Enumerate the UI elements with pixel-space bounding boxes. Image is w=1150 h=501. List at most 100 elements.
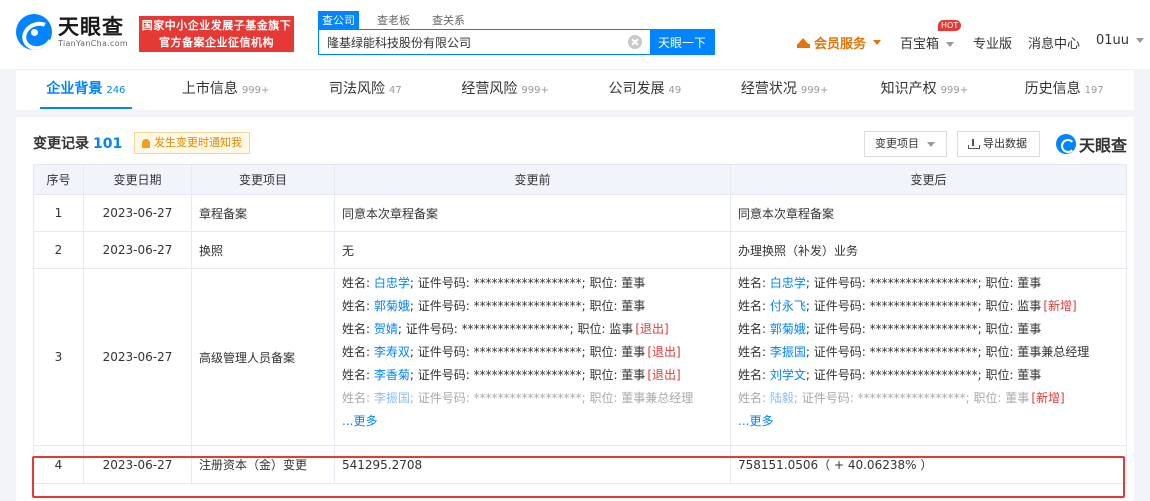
personnel-entry: 姓名: 郭菊娥; 证件号码: ******************; 职位: 董… [738,318,1119,341]
tab-listing-info[interactable]: 上市信息 999+ [156,70,296,110]
row-number: 3 [33,268,84,446]
name-prefix: 姓名: [342,299,374,313]
logo-text-cn: 天眼查 [58,15,124,39]
section-title: 变更记录 101 [33,136,123,152]
notify-button[interactable]: 发生变更时通知我 [134,132,250,154]
column-header: 序号 [33,164,84,195]
personnel-entry: 姓名: 陆毅; 证件号码: ******************; 职位: 董事… [738,387,1119,410]
export-data-button[interactable]: 导出数据 [957,131,1040,157]
row-number: 4 [33,445,84,484]
search-tab-boss[interactable]: 查老板 [373,11,414,29]
name-prefix: 姓名: [342,322,374,336]
search-button[interactable]: 天眼一下 [650,30,714,54]
vip-service-menu[interactable]: 会员服务 [797,33,882,52]
person-details: ; 证件号码: ******************; 职位: 董事兼总经理 [805,345,1090,359]
name-prefix: 姓名: [342,276,374,290]
row-number: 2 [33,231,84,269]
person-details: ; 证件号码: ******************; 职位: 董事 [409,299,646,313]
pro-version-link[interactable]: 专业版 [973,33,1012,52]
person-name-link[interactable]: 白忠学 [770,276,806,290]
message-center-link[interactable]: 消息中心 [1028,33,1080,52]
name-prefix: 姓名: [342,391,374,405]
tab-count: 999+ [521,85,549,96]
tab-count: 49 [668,85,682,96]
name-prefix: 姓名: [738,276,770,290]
table-row: 1 2023-06-27 章程备案 同意本次章程备案 同意本次章程备案 [33,194,1127,232]
person-name-link[interactable]: 郭菊娥 [374,299,410,313]
column-header: 变更项目 [191,164,335,195]
search-tab-company[interactable]: 查公司 [318,11,359,29]
show-more-link[interactable]: ...更多 [738,414,773,428]
top-header: 天眼查 TianYanCha.com 国家中小企业发展子基金旗下 官方备案企业征… [0,0,1150,69]
banner-line-2: 官方备案企业征信机构 [159,36,274,49]
person-name-link[interactable]: 李振国 [770,345,806,359]
tab-count: 999+ [800,85,829,96]
search-tab-relation[interactable]: 查关系 [428,11,469,29]
person-details: ; 证件号码: ******************; 职位: 董事 [409,345,646,359]
certification-banner: 国家中小企业发展子基金旗下 官方备案企业征信机构 [139,16,294,52]
logo-text-en: TianYanCha.com [58,39,128,48]
treasure-box-menu[interactable]: 百宝箱 [900,33,955,52]
personnel-entry: 姓名: 刘学文; 证件号码: ******************; 职位: 董… [738,364,1119,387]
row-number: 1 [33,194,84,232]
site-logo[interactable]: 天眼查 TianYanCha.com [16,14,128,50]
person-name-link[interactable]: 贺婧 [374,322,398,336]
tab-history-info[interactable]: 历史信息 197 [994,70,1134,110]
change-item: 注册资本（金）变更 [191,445,335,484]
column-header: 变更后 [730,164,1127,195]
personnel-entry: 姓名: 贺婧; 证件号码: ******************; 职位: 监事… [342,318,723,341]
search-type-tabs: 查公司 查老板 查关系 [318,11,469,29]
chevron-down-icon [927,141,935,147]
status-tag: [新增] [1043,299,1077,313]
tab-count: 999+ [241,85,270,96]
personnel-entry: 姓名: 郭菊娥; 证件号码: ******************; 职位: 董… [342,295,723,318]
person-name-link[interactable]: 李寿双 [374,345,410,359]
person-name-link[interactable]: 郭菊娥 [770,322,806,336]
name-prefix: 姓名: [342,345,374,359]
personnel-entry: 姓名: 李振国; 证件号码: ******************; 职位: 董… [738,341,1119,364]
change-date: 2023-06-27 [83,194,192,232]
personnel-list-before: 姓名: 白忠学 ; 证件号码: ******************; 职位: 董… [342,269,723,445]
tianyancha-logo-icon [16,14,52,50]
column-header: 变更前 [334,164,731,195]
person-name-link[interactable]: 付永飞 [770,299,806,313]
search-input[interactable] [319,30,628,54]
vip-label: 会员服务 [814,37,867,52]
person-name-link[interactable]: 李振国 [374,391,410,405]
value-before: 541295.2708 [334,445,731,484]
value-after: 办理换照（补发）业务 [730,231,1127,269]
change-item: 换照 [191,231,335,269]
change-item: 章程备案 [191,194,335,232]
chevron-down-icon [1136,38,1145,43]
person-name-link[interactable]: 陆毅 [770,391,794,405]
tab-intellectual-property[interactable]: 知识产权 999+ [855,70,995,110]
tab-judicial-risk[interactable]: 司法风险 47 [296,70,436,110]
person-name-link[interactable]: 刘学文 [770,368,806,382]
bell-icon [142,138,150,148]
person-details: ; 证件号码: ******************; 职位: 董事兼总经理 [409,391,694,405]
tab-company-background[interactable]: 企业背景 246 [16,70,156,110]
tab-business-status[interactable]: 经营状况 999+ [715,70,855,110]
personnel-entry: 姓名: 李寿双; 证件号码: ******************; 职位: 董… [342,341,723,364]
personnel-list-after: 姓名: 白忠学; 证件号码: ******************; 职位: 董… [738,269,1119,445]
tianyancha-logo-icon [1056,134,1076,154]
tab-operation-risk[interactable]: 经营风险 999+ [435,70,575,110]
table-row: 4 2023-06-27 注册资本（金）变更 541295.2708 75815… [33,445,1127,484]
treasure-label: 百宝箱 [900,37,940,52]
table-row: 2 2023-06-27 换照 无 办理换照（补发）业务 [33,231,1127,269]
change-item-filter[interactable]: 变更项目 [864,131,947,157]
person-name-link[interactable]: 白忠学 [374,276,410,290]
personnel-entry: 姓名: 白忠学; 证件号码: ******************; 职位: 董… [738,272,1119,295]
personnel-entry: 姓名: 李香菊; 证件号码: ******************; 职位: 董… [342,364,723,387]
user-name: 01uu [1096,33,1130,48]
person-details: ; 证件号码: ******************; 职位: 董事 [409,368,646,382]
person-details: ; 证件号码: ******************; 职位: 董事 [805,276,1042,290]
clear-icon[interactable] [628,35,642,49]
show-more-link[interactable]: ...更多 [342,414,377,428]
tab-count: 246 [106,85,126,96]
tab-company-development[interactable]: 公司发展 49 [575,70,715,110]
user-menu[interactable]: 01uu [1096,33,1145,48]
name-prefix: 姓名: [342,368,374,382]
value-after: 758151.0506（ + 40.06238% ） [730,445,1127,484]
person-name-link[interactable]: 李香菊 [374,368,410,382]
